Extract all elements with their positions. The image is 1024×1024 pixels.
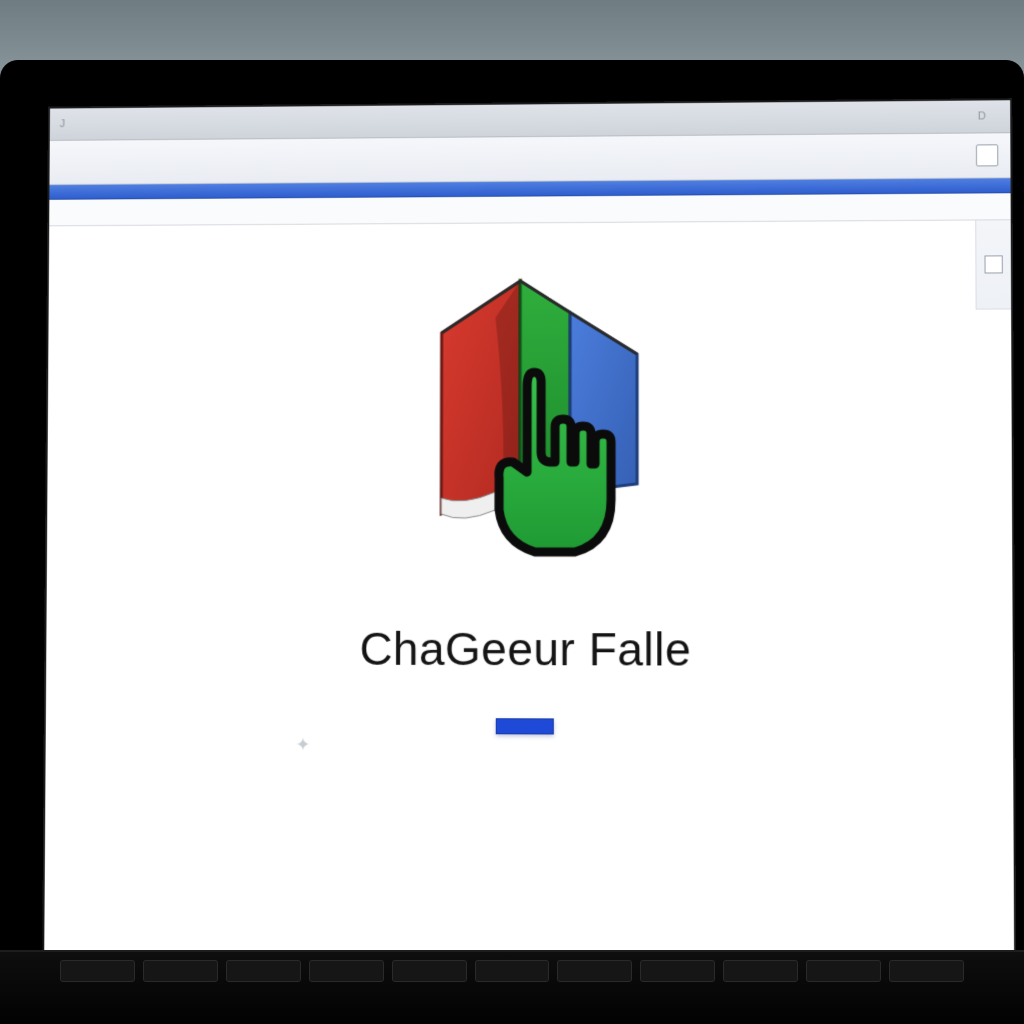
brand-title: ChaGeeur Falle bbox=[359, 622, 691, 677]
star-icon: ✦ bbox=[295, 734, 310, 755]
app-logo bbox=[346, 262, 706, 602]
toolbar-icon[interactable] bbox=[976, 144, 998, 166]
page-content: ✦ ChaGeeur Falle bbox=[44, 220, 1014, 990]
primary-cta-button[interactable] bbox=[496, 718, 554, 734]
laptop-keyboard bbox=[0, 950, 1024, 1024]
browser-toolbar bbox=[49, 133, 1010, 185]
titlebar-segment: J bbox=[60, 118, 65, 130]
screen: J D bbox=[42, 98, 1016, 990]
titlebar-right-segment: D bbox=[978, 110, 986, 122]
laptop-bezel: J D bbox=[0, 60, 1024, 1024]
hero-area: ✦ ChaGeeur Falle bbox=[44, 220, 1014, 990]
